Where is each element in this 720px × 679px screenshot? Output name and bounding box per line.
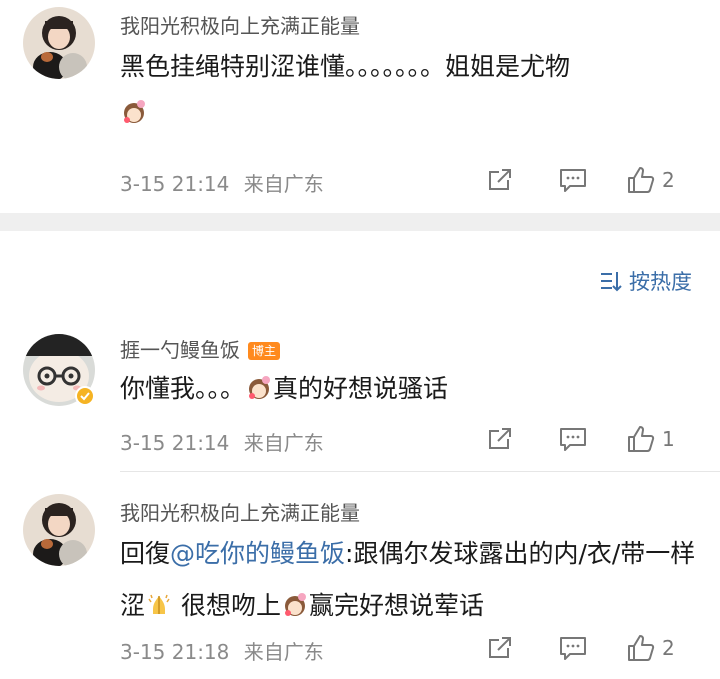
username-text[interactable]: 捱一勺鳗鱼饭 [120, 338, 240, 362]
comment-item: 捱一勺鳗鱼饭 博主 你懂我。。。 真的好想说骚话 3-15 21:14 来自广东 … [0, 320, 720, 470]
username[interactable]: 我阳光积极向上充满正能量 [120, 497, 360, 526]
section-separator [0, 213, 720, 231]
thumbs-up-icon [628, 167, 655, 193]
reply-button[interactable] [558, 630, 588, 666]
sort-icon [601, 272, 622, 292]
author-badge: 博主 [248, 342, 281, 360]
user-avatar[interactable] [23, 334, 95, 406]
comment-text: 回復@吃你的鳗鱼饭:跟偶尔发球露出的内/衣/带一样涩 很想吻上 赢完好想说荤话 [120, 528, 696, 632]
comment-text: 你懂我。。。 真的好想说骚话 [120, 366, 696, 412]
username: 捱一勺鳗鱼饭 博主 [120, 334, 281, 363]
repost-button[interactable] [486, 162, 514, 198]
user-avatar[interactable] [23, 494, 95, 566]
comment-text-content: 黑色挂绳特别涩谁懂。。。。。。。姐姐是尤物 [120, 52, 571, 81]
comment-location: 来自广东 [243, 431, 324, 455]
comment-text-part: 赢完好想说荤话 [308, 591, 484, 620]
comment-text: 黑色挂绳特别涩谁懂。。。。。。。姐姐是尤物 [120, 44, 696, 136]
repost-icon [489, 169, 511, 190]
reply-prefix: 回復 [120, 539, 171, 568]
like-count: 1 [662, 427, 675, 451]
comment-icon [560, 637, 586, 660]
comment-icon [560, 428, 586, 451]
repost-button[interactable] [486, 421, 514, 457]
comment-meta: 3-15 21:18 来自广东 [120, 636, 324, 665]
comment-text-part: 真的好想说骚话 [273, 374, 449, 403]
shy-girl-emoji-icon [124, 100, 145, 123]
comment-text-part: 你懂我。。。 [120, 374, 246, 403]
praying-hands-emoji-icon [148, 594, 170, 614]
like-button[interactable]: 2 [626, 630, 675, 666]
like-button[interactable]: 1 [626, 421, 675, 457]
comment-item: 我阳光积极向上充满正能量 黑色挂绳特别涩谁懂。。。。。。。姐姐是尤物 3-15 … [0, 0, 720, 213]
repost-icon [489, 428, 511, 449]
comment-date: 3-15 21:14 [120, 172, 230, 196]
thumbs-up-icon [628, 635, 655, 661]
like-count: 2 [662, 168, 675, 192]
comment-date: 3-15 21:14 [120, 431, 230, 455]
sort-button[interactable]: 按热度 [599, 266, 692, 296]
shy-girl-emoji-icon [249, 376, 271, 399]
comment-item: 我阳光积极向上充满正能量 回復@吃你的鳗鱼饭:跟偶尔发球露出的内/衣/带一样涩 … [0, 472, 720, 679]
comment-meta: 3-15 21:14 来自广东 [120, 168, 324, 197]
thumbs-up-icon [628, 426, 655, 452]
user-avatar[interactable] [23, 7, 95, 79]
repost-button[interactable] [486, 630, 514, 666]
verified-badge-icon [75, 386, 95, 406]
reply-button[interactable] [558, 421, 588, 457]
comment-actions: 1 [486, 421, 696, 457]
reply-button[interactable] [558, 162, 588, 198]
comment-icon [560, 169, 586, 192]
comment-text-part: 很想吻上 [173, 591, 281, 620]
girl-with-dog-avatar-icon [23, 7, 95, 79]
comment-meta: 3-15 21:14 来自广东 [120, 427, 324, 456]
shy-girl-emoji-icon [284, 593, 306, 616]
like-button[interactable]: 2 [626, 162, 675, 198]
girl-with-dog-avatar-icon [23, 494, 95, 566]
comment-location: 来自广东 [243, 172, 324, 196]
username[interactable]: 我阳光积极向上充满正能量 [120, 10, 360, 39]
repost-icon [489, 637, 511, 658]
mention-link[interactable]: @吃你的鳗鱼饭 [170, 539, 345, 568]
comment-actions: 2 [486, 630, 696, 666]
sort-label: 按热度 [629, 270, 692, 294]
like-count: 2 [662, 636, 675, 660]
comment-actions: 2 [486, 162, 696, 198]
comment-location: 来自广东 [243, 640, 324, 664]
comment-date: 3-15 21:18 [120, 640, 230, 664]
